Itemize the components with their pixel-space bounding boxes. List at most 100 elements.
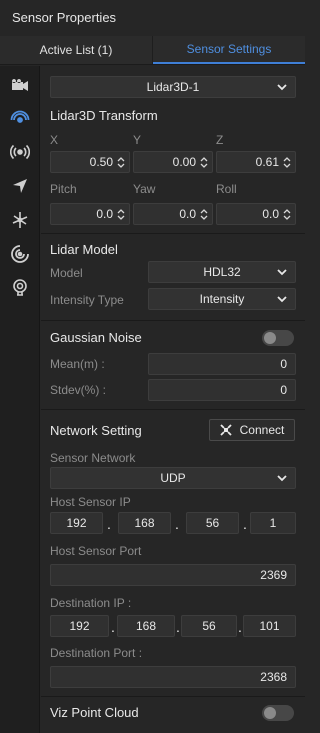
intensity-type-value: Intensity (199, 292, 245, 306)
destination-ip-label: Destination IP : (50, 596, 132, 610)
roll-value: 0.0 (262, 207, 279, 221)
dest-ip-octet-4: 101 (259, 619, 280, 633)
tab-active-list[interactable]: Active List (1) (0, 36, 153, 64)
host-ip-octet-1: 192 (66, 516, 87, 530)
spin-arrows-icon[interactable] (200, 209, 208, 220)
sensor-network-select[interactable]: UDP (50, 467, 296, 489)
section-divider (41, 696, 305, 697)
sensor-type-sidebar (0, 66, 40, 733)
section-divider (41, 320, 305, 321)
spin-arrows-icon[interactable] (283, 157, 291, 168)
stdev-value: 0 (280, 383, 287, 397)
roll-label: Roll (216, 182, 237, 196)
ip-separator: . (111, 619, 115, 635)
chevron-down-icon (277, 296, 287, 303)
model-label: Model (50, 266, 83, 280)
radar-icon[interactable] (8, 140, 32, 164)
dest-ip-octet-3: 56 (202, 619, 216, 633)
toggle-knob (264, 332, 276, 344)
host-sensor-ip-label: Host Sensor IP (50, 495, 131, 509)
pitch-spinbox[interactable]: 0.0 (50, 203, 130, 225)
dest-ip-octet-2: 168 (135, 619, 157, 633)
spin-arrows-icon[interactable] (200, 157, 208, 168)
section-divider (41, 233, 305, 234)
mean-value: 0 (280, 357, 287, 371)
dest-port-value: 2368 (260, 670, 287, 684)
gps-icon[interactable] (8, 276, 32, 300)
connect-label: Connect (239, 423, 285, 437)
viz-point-cloud-label: Viz Point Cloud (50, 705, 139, 720)
sensor-network-value: UDP (160, 471, 186, 485)
host-port-value: 2369 (260, 568, 287, 582)
connect-button[interactable]: Connect (209, 419, 295, 441)
host-ip-octet-3: 56 (205, 516, 220, 530)
stdev-label: Stdev(%) : (50, 383, 107, 397)
gaussian-noise-toggle[interactable] (262, 330, 294, 346)
chevron-down-icon (277, 269, 287, 276)
dest-ip-octet[interactable]: 192 (50, 615, 109, 637)
window-title: Sensor Properties (0, 0, 305, 36)
y-label: Y (133, 133, 142, 147)
sensor-select[interactable]: Lidar3D-1 (50, 76, 296, 98)
intensity-type-label: Intensity Type (50, 293, 124, 307)
dest-ip-octet[interactable]: 168 (117, 615, 175, 637)
mean-input[interactable]: 0 (148, 353, 296, 375)
yaw-label: Yaw (133, 182, 156, 196)
connect-icon (220, 424, 232, 436)
ip-separator: . (107, 516, 111, 532)
ultrasonic-icon[interactable] (8, 242, 32, 266)
roll-spinbox[interactable]: 0.0 (216, 203, 296, 225)
lidar-icon[interactable] (8, 106, 32, 130)
yaw-spinbox[interactable]: 0.0 (133, 203, 213, 225)
dest-ip-octet[interactable]: 101 (243, 615, 296, 637)
host-sensor-port-label: Host Sensor Port (50, 544, 142, 558)
y-value: 0.00 (172, 155, 196, 169)
host-ip-octet[interactable]: 1 (250, 512, 296, 534)
stdev-input[interactable]: 0 (148, 379, 296, 401)
ip-separator: . (175, 516, 179, 532)
model-value: HDL32 (203, 265, 241, 279)
x-value: 0.50 (89, 155, 113, 169)
z-value: 0.61 (255, 155, 279, 169)
network-setting-heading: Network Setting (50, 423, 142, 438)
z-spinbox[interactable]: 0.61 (216, 151, 296, 173)
sensor-settings-panel: Lidar3D-1 Lidar3D Transform X Y Z 0.50 0… (41, 66, 305, 733)
mean-label: Mean(m) : (50, 357, 105, 371)
z-label: Z (216, 133, 224, 147)
intensity-type-select[interactable]: Intensity (148, 288, 296, 310)
viz-point-cloud-toggle[interactable] (262, 705, 294, 721)
imu-icon[interactable] (8, 208, 32, 232)
host-sensor-port-input[interactable]: 2369 (50, 564, 296, 586)
navigation-icon[interactable] (8, 174, 32, 198)
spin-arrows-icon[interactable] (117, 157, 125, 168)
tab-sensor-settings[interactable]: Sensor Settings (153, 36, 305, 64)
yaw-value: 0.0 (179, 207, 196, 221)
model-select[interactable]: HDL32 (148, 261, 296, 283)
section-divider (41, 409, 305, 410)
spin-arrows-icon[interactable] (117, 209, 125, 220)
dest-ip-octet[interactable]: 56 (181, 615, 237, 637)
toggle-knob (264, 707, 276, 719)
pitch-label: Pitch (50, 182, 77, 196)
y-spinbox[interactable]: 0.00 (133, 151, 213, 173)
ip-separator: . (176, 619, 180, 635)
destination-port-input[interactable]: 2368 (50, 666, 296, 688)
host-ip-octet[interactable]: 192 (50, 512, 103, 534)
chevron-down-icon (277, 475, 287, 482)
lidar-model-heading: Lidar Model (50, 242, 118, 257)
host-ip-octet-2: 168 (134, 516, 155, 530)
spin-arrows-icon[interactable] (283, 209, 291, 220)
gaussian-noise-heading: Gaussian Noise (50, 330, 142, 345)
ip-separator: . (238, 619, 242, 635)
host-ip-octet-4: 1 (269, 516, 277, 530)
host-ip-octet[interactable]: 168 (118, 512, 171, 534)
camera-icon[interactable] (8, 72, 32, 96)
sensor-select-value: Lidar3D-1 (146, 80, 200, 94)
dest-ip-octet-1: 192 (69, 619, 90, 633)
x-label: X (50, 133, 59, 147)
pitch-value: 0.0 (96, 207, 113, 221)
x-spinbox[interactable]: 0.50 (50, 151, 130, 173)
sensor-network-label: Sensor Network (50, 451, 136, 465)
host-ip-octet[interactable]: 56 (186, 512, 239, 534)
transform-heading: Lidar3D Transform (50, 108, 158, 123)
